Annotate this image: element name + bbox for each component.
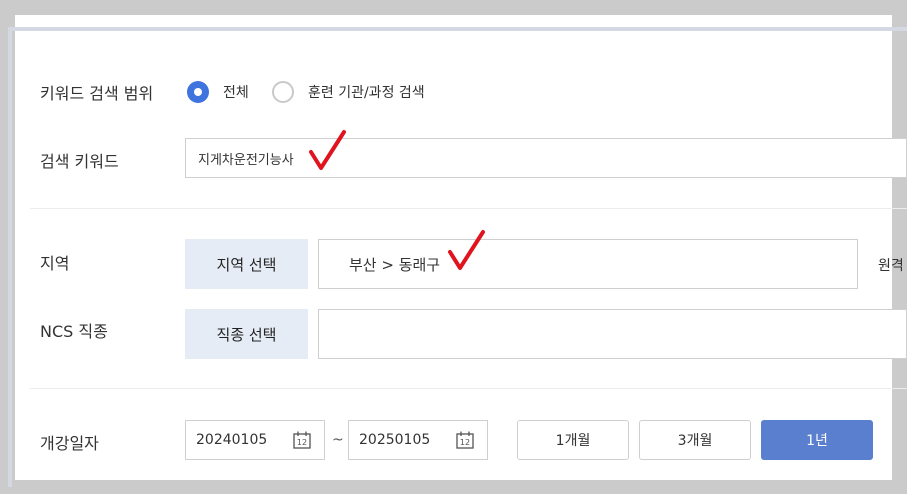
calendar-icon[interactable]: 12 (455, 430, 475, 450)
radio-all-button[interactable] (187, 81, 209, 103)
radio-option-institution[interactable]: 훈련 기관/과정 검색 (272, 81, 425, 103)
region-label: 지역 (40, 254, 70, 273)
check-mark-annotation (309, 130, 346, 170)
radio-institution-button[interactable] (272, 81, 294, 103)
ncs-value-field[interactable] (318, 309, 907, 359)
search-keyword-value: 지게차운전기능사 (198, 152, 294, 168)
start-date-value: 20240105 (196, 432, 268, 448)
search-keyword-input[interactable]: 지게차운전기능사 (185, 138, 907, 178)
search-keyword-label: 검색 키워드 (40, 152, 119, 171)
check-mark-annotation (448, 230, 485, 270)
radio-all-label: 전체 (223, 85, 249, 101)
keyword-scope-label: 키워드 검색 범위 (40, 84, 154, 103)
section-divider (30, 388, 907, 389)
date-range-separator: ~ (332, 432, 344, 448)
calendar-icon[interactable]: 12 (292, 430, 312, 450)
end-date-value: 20250105 (359, 432, 431, 448)
ncs-label: NCS 직종 (40, 322, 108, 341)
region-value-field[interactable]: 부산 > 동래구 (318, 239, 858, 289)
remote-option-label[interactable]: 원격 (878, 255, 907, 275)
end-date-input[interactable]: 20250105 12 (348, 420, 488, 460)
open-date-label: 개강일자 (40, 434, 99, 453)
section-divider (30, 208, 907, 209)
period-1-year-button[interactable]: 1년 (761, 420, 873, 460)
region-value: 부산 > 동래구 (349, 255, 441, 274)
radio-option-all[interactable]: 전체 (187, 81, 249, 103)
svg-text:12: 12 (297, 438, 307, 447)
period-3-month-button[interactable]: 3개월 (639, 420, 751, 460)
start-date-input[interactable]: 20240105 12 (185, 420, 325, 460)
region-select-button[interactable]: 지역 선택 (185, 239, 308, 289)
radio-institution-label: 훈련 기관/과정 검색 (308, 85, 425, 101)
ncs-select-button[interactable]: 직종 선택 (185, 309, 308, 359)
period-1-month-button[interactable]: 1개월 (517, 420, 629, 460)
svg-text:12: 12 (460, 438, 470, 447)
